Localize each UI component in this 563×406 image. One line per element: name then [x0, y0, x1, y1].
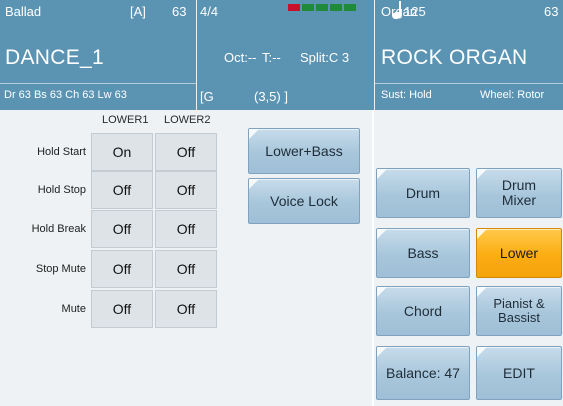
- drum-button[interactable]: Drum: [376, 168, 470, 218]
- chord-button[interactable]: Chord: [376, 286, 470, 336]
- lower-bass-button[interactable]: Lower+Bass: [248, 128, 360, 174]
- hold-stop-lower2-toggle[interactable]: Off: [155, 171, 217, 209]
- beat-led: [316, 4, 328, 11]
- row-label-hold-start: Hold Start: [37, 146, 86, 158]
- octave: Oct:--: [224, 50, 257, 65]
- pianist-bassist-label: Pianist & Bassist: [493, 296, 545, 325]
- drum-mixer-label: Drum Mixer: [501, 177, 537, 208]
- header-line: [0, 83, 196, 84]
- hold-stop-lower1-toggle[interactable]: Off: [91, 171, 153, 209]
- hold-settings-panel: LOWER1 LOWER2 Hold Start Hold Stop Hold …: [0, 110, 372, 406]
- stop-mute-lower1-toggle[interactable]: Off: [91, 250, 153, 288]
- chord-position: (3,5) ]: [254, 89, 288, 104]
- hold-break-lower2-toggle[interactable]: Off: [155, 210, 217, 248]
- beat-led: [344, 4, 356, 11]
- header-divider: [374, 0, 375, 110]
- voice-family[interactable]: Organ: [381, 4, 417, 19]
- row-label-stop-mute: Stop Mute: [35, 263, 86, 275]
- pianist-bassist-button[interactable]: Pianist & Bassist: [476, 286, 562, 336]
- beat-led: [302, 4, 314, 11]
- time-signature: 4/4: [200, 4, 219, 19]
- part-volumes: Dr 63 Bs 63 Ch 63 Lw 63: [4, 89, 127, 101]
- voice-volume: 63: [544, 4, 559, 19]
- balance-label: Balance: 47: [386, 364, 460, 381]
- hold-start-lower1-toggle[interactable]: On: [91, 133, 153, 171]
- column-header-lower1: LOWER1: [102, 114, 149, 126]
- wheel-setting: Wheel: Rotor: [480, 89, 545, 101]
- lower-bass-label: Lower+Bass: [265, 142, 343, 159]
- style-variation: [A]: [130, 4, 146, 19]
- bass-label: Bass: [407, 244, 439, 261]
- chord-label: Chord: [403, 302, 443, 319]
- voice-lock-button[interactable]: Voice Lock: [248, 178, 360, 224]
- row-label-hold-break: Hold Break: [31, 223, 86, 235]
- style-volume: 63: [172, 4, 187, 19]
- split-point: Split:C 3: [300, 50, 350, 65]
- chord-root: [G: [200, 89, 214, 104]
- edit-label: EDIT: [503, 364, 535, 381]
- beat-led: [288, 4, 300, 11]
- lower-button[interactable]: Lower: [476, 228, 562, 278]
- header-line: [375, 83, 563, 84]
- drum-label: Drum: [405, 184, 441, 201]
- transpose: T:--: [262, 50, 281, 65]
- part-buttons-panel: Drum Drum Mixer Bass Lower Chord Pianist…: [374, 110, 563, 406]
- lower-label: Lower: [499, 244, 539, 261]
- drum-mixer-button[interactable]: Drum Mixer: [476, 168, 562, 218]
- row-label-hold-stop: Hold Stop: [37, 184, 86, 196]
- mute-lower2-toggle[interactable]: Off: [155, 290, 217, 328]
- status-header: Ballad [A] 63 DANCE_1 Dr 63 Bs 63 Ch 63 …: [0, 0, 563, 110]
- bass-button[interactable]: Bass: [376, 228, 470, 278]
- voice-name[interactable]: ROCK ORGAN: [381, 46, 528, 70]
- mute-lower1-toggle[interactable]: Off: [91, 290, 153, 328]
- hold-start-lower2-toggle[interactable]: Off: [155, 133, 217, 171]
- header-divider: [196, 0, 197, 110]
- stop-mute-lower2-toggle[interactable]: Off: [155, 250, 217, 288]
- style-name[interactable]: Ballad: [5, 4, 41, 19]
- beat-meter: [288, 4, 356, 11]
- beat-led: [330, 4, 342, 11]
- column-header-lower2: LOWER2: [164, 114, 211, 126]
- sustain-setting: Sust: Hold: [381, 89, 432, 101]
- hold-break-lower1-toggle[interactable]: Off: [91, 210, 153, 248]
- song-name[interactable]: DANCE_1: [5, 46, 104, 70]
- edit-button[interactable]: EDIT: [476, 346, 562, 400]
- row-label-mute: Mute: [61, 303, 86, 315]
- voice-lock-label: Voice Lock: [270, 192, 338, 209]
- balance-button[interactable]: Balance: 47: [376, 346, 470, 400]
